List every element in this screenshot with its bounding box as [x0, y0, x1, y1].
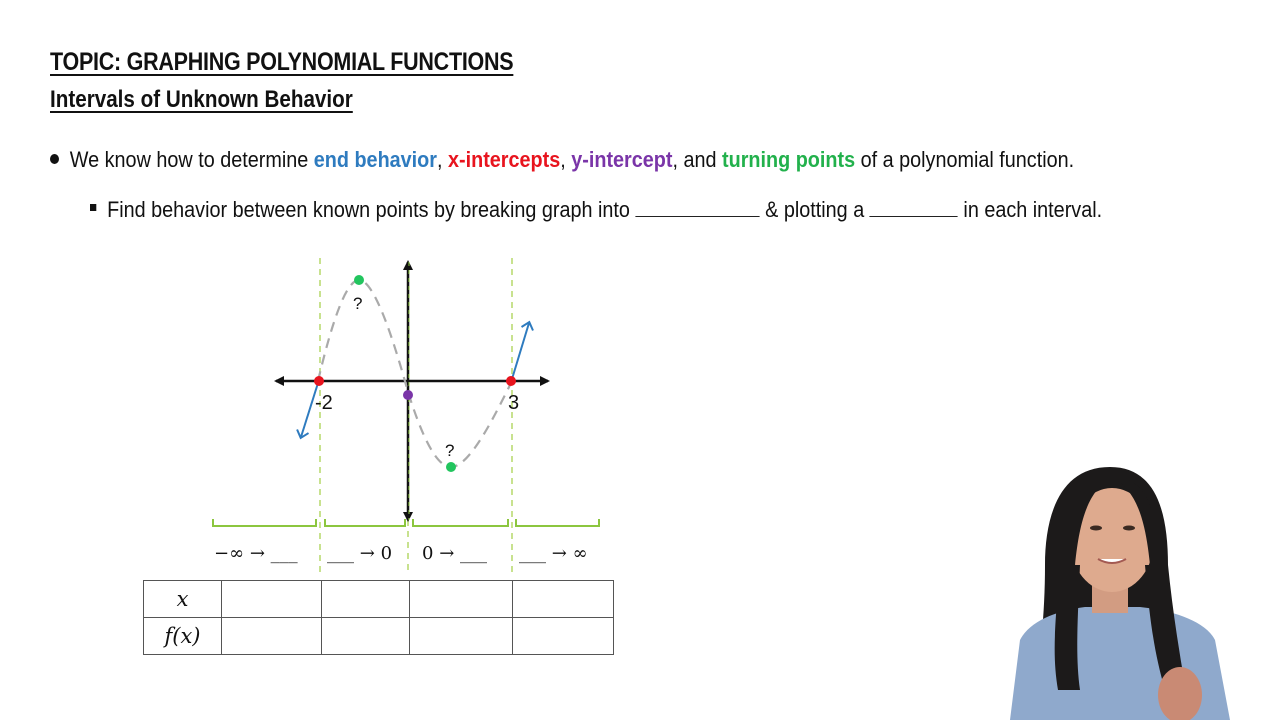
- x-intercept-label: 3: [508, 392, 519, 414]
- turning-point-label: ?: [445, 441, 454, 460]
- presenter-hair-left: [1054, 565, 1080, 690]
- interval-label-3: 0 → ___: [422, 543, 487, 564]
- table-cell[interactable]: [321, 580, 410, 618]
- table-row-x: x: [143, 580, 614, 618]
- interval-label-2: ___ → 0: [327, 543, 392, 564]
- presenter-video: [1010, 467, 1230, 720]
- x-intercept-point: [506, 376, 516, 386]
- interval-bracket-2: [324, 519, 406, 527]
- turning-point: [446, 462, 456, 472]
- y-intercept-point: [403, 390, 413, 400]
- interval-label-1: −∞ → ___: [214, 543, 298, 564]
- table-row-fx: f(x): [143, 617, 614, 655]
- values-table: x f(x): [143, 580, 614, 655]
- end-behavior-right-arrow: [511, 320, 534, 380]
- turning-point-label: ?: [353, 294, 362, 313]
- table-cell[interactable]: [221, 617, 322, 655]
- presenter-eye: [1123, 525, 1135, 531]
- table-cell[interactable]: [409, 580, 513, 618]
- table-cell[interactable]: [221, 580, 322, 618]
- interval-label-4: ___ → ∞: [519, 543, 588, 564]
- table-cell[interactable]: [512, 617, 614, 655]
- interval-bracket-1: [212, 519, 317, 527]
- presenter-eye: [1090, 525, 1102, 531]
- table-cell[interactable]: [321, 617, 410, 655]
- interval-bracket-4: [515, 519, 600, 527]
- table-cell[interactable]: [409, 617, 513, 655]
- row-header-fx: f(x): [143, 617, 222, 655]
- x-intercept-label: -2: [315, 392, 333, 414]
- turning-point: [354, 275, 364, 285]
- row-header-x: x: [143, 580, 222, 618]
- interval-bracket-3: [412, 519, 509, 527]
- unknown-behavior-curve: [316, 278, 513, 469]
- table-cell[interactable]: [512, 580, 614, 618]
- x-intercept-point: [314, 376, 324, 386]
